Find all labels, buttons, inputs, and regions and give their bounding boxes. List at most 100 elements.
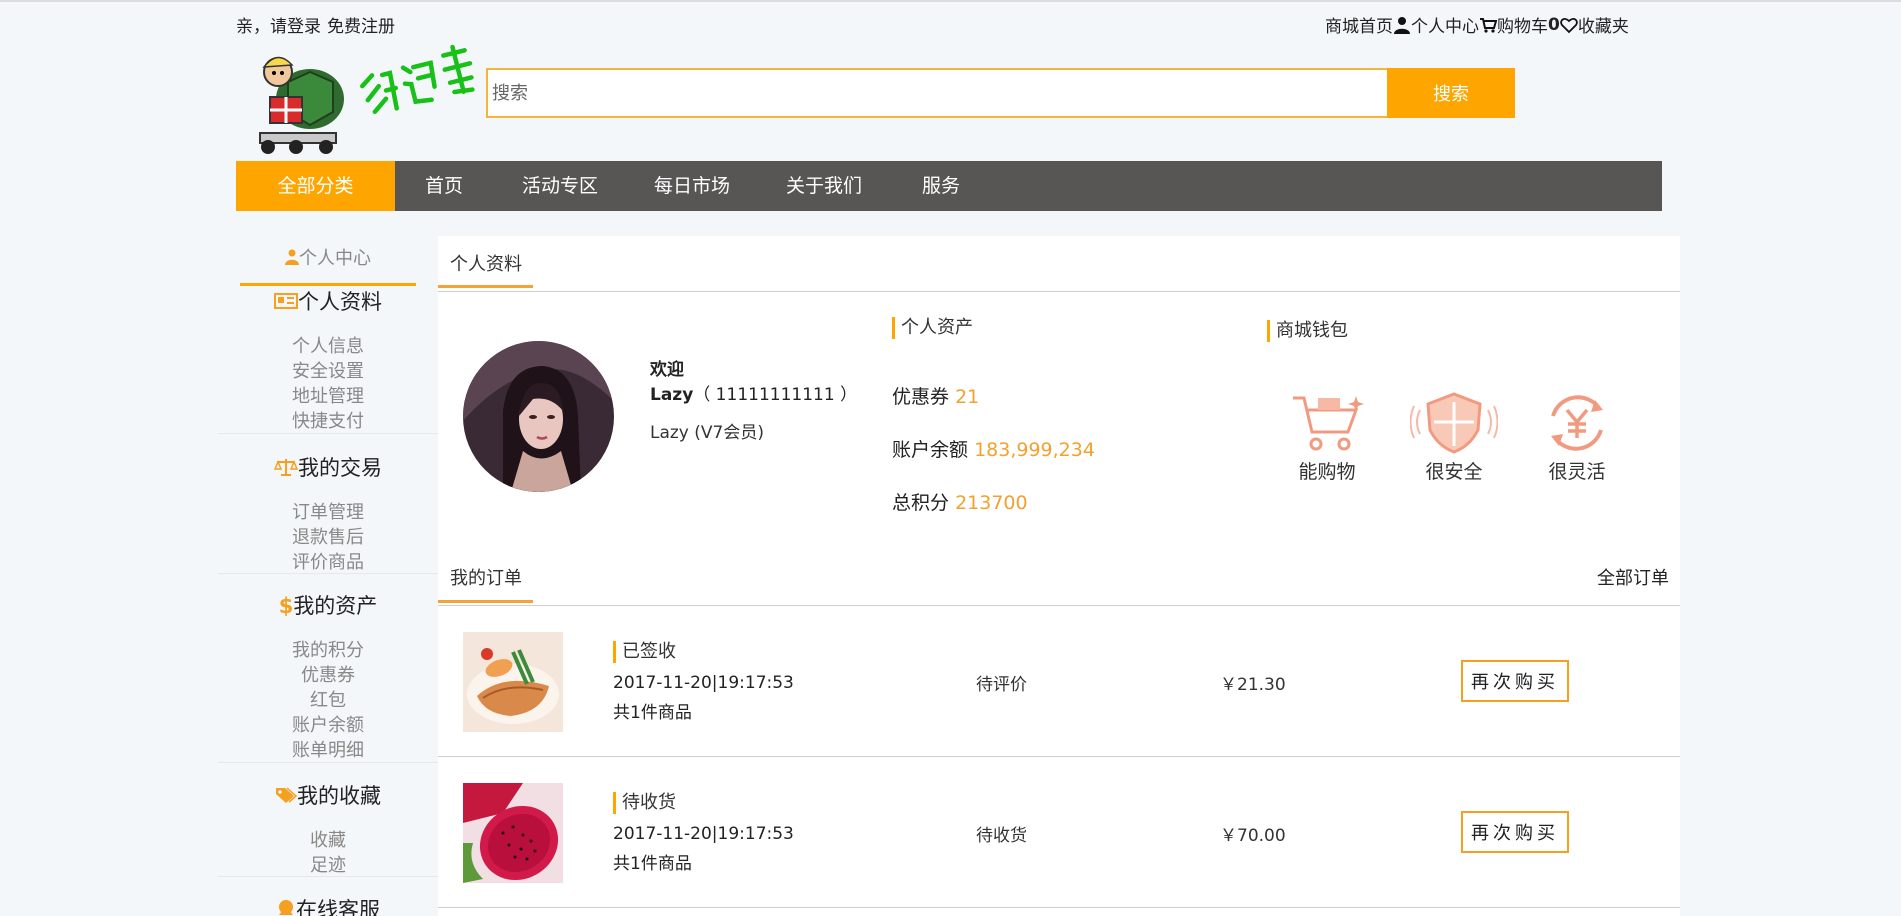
points-row[interactable]: 总积分 213700	[892, 488, 1028, 515]
tab-orders[interactable]: 我的订单	[450, 564, 522, 590]
sidebar-item-coupons[interactable]: 优惠券	[218, 661, 438, 687]
sidebar-group-trade[interactable]: 我的交易	[218, 452, 438, 482]
sidebar-item-security[interactable]: 安全设置	[218, 357, 438, 383]
favorites-link[interactable]: 收藏夹	[1578, 12, 1629, 37]
sidebar-divider	[218, 762, 438, 763]
sidebar-item-footprints[interactable]: 足迹	[218, 851, 438, 877]
sidebar-item-favorites[interactable]: 收藏	[218, 826, 438, 852]
order-price: ￥70.00	[1220, 826, 1286, 846]
cart-icon	[1480, 17, 1497, 33]
nav-home[interactable]: 首页	[395, 161, 493, 211]
order-price: ￥21.30	[1220, 675, 1286, 695]
order-state: 待收货	[976, 826, 1027, 846]
all-orders-link[interactable]: 全部订单	[1597, 564, 1669, 590]
sidebar-item-balance[interactable]: 账户余额	[218, 711, 438, 737]
user-icon	[285, 249, 299, 265]
order-datetime: 2017-11-20|19:17:53	[613, 673, 794, 693]
cart-link[interactable]: 购物车	[1497, 12, 1548, 37]
mall-home-link[interactable]: 商城首页	[1325, 12, 1393, 37]
cart-count: 0	[1548, 14, 1560, 35]
register-link[interactable]: 免费注册	[327, 17, 395, 37]
sidebar-group-profile[interactable]: 个人资料	[218, 286, 438, 316]
sidebar-item-reviews[interactable]: 评价商品	[218, 548, 438, 574]
sidebar-group-label: 个人资料	[298, 290, 382, 314]
points-value: 213700	[955, 492, 1028, 514]
nav-daily-market[interactable]: 每日市场	[627, 161, 757, 211]
sidebar-divider	[218, 876, 438, 877]
logo-text-icon	[360, 44, 475, 115]
balance-label: 账户余额	[892, 439, 969, 461]
tab-underline	[438, 285, 533, 288]
order-item-count: 共1件商品	[613, 703, 692, 723]
dollar-icon: $	[278, 594, 294, 618]
search-button[interactable]: 搜索	[1387, 68, 1515, 118]
feature-flexible: 很灵活	[1548, 461, 1606, 483]
sidebar-item-address[interactable]: 地址管理	[218, 382, 438, 408]
sidebar: 个人中心 个人资料 个人信息 安全设置 地址管理 快捷支付 我的交易 订单管理 …	[218, 236, 438, 916]
divider	[438, 907, 1680, 908]
shopping-cart-icon[interactable]	[1290, 392, 1366, 454]
tab-underline	[438, 600, 533, 603]
rebuy-button[interactable]: 再次购买	[1461, 660, 1569, 702]
coupon-row[interactable]: 优惠券 21	[892, 382, 979, 409]
sidebar-group-support[interactable]: 在线客服	[218, 894, 438, 916]
sidebar-group-label: 我的资产	[293, 594, 378, 618]
yuan-cycle-icon[interactable]	[1543, 390, 1611, 456]
balance-row[interactable]: 账户余额 183,999,234	[892, 435, 1095, 462]
chat-icon	[279, 900, 293, 915]
avatar[interactable]	[463, 341, 614, 492]
order-status: 已签收	[613, 641, 676, 663]
tab-profile[interactable]: 个人资料	[450, 250, 522, 276]
user-name-line: Lazy（ 11111111111 ）	[650, 380, 857, 405]
product-image-salmon[interactable]	[463, 632, 563, 732]
sidebar-title[interactable]: 个人中心	[240, 236, 416, 286]
sidebar-title-label: 个人中心	[299, 248, 371, 269]
nav-about[interactable]: 关于我们	[757, 161, 891, 211]
sidebar-item-quick-pay[interactable]: 快捷支付	[218, 407, 438, 433]
login-link[interactable]: 亲，请登录	[236, 17, 321, 37]
sidebar-group-assets[interactable]: $我的资产	[218, 590, 438, 620]
username: Lazy	[650, 385, 694, 405]
id-card-icon	[274, 293, 298, 309]
heart-icon	[1560, 17, 1578, 33]
feature-shopping: 能购物	[1298, 461, 1356, 483]
product-image-dragonfruit[interactable]	[463, 783, 563, 883]
logo-turtle-icon[interactable]	[248, 47, 348, 157]
sidebar-group-label: 我的收藏	[297, 784, 381, 808]
rebuy-button[interactable]: 再次购买	[1461, 811, 1569, 853]
user-icon	[1394, 16, 1410, 34]
nav-activities[interactable]: 活动专区	[493, 161, 627, 211]
sidebar-item-orders[interactable]: 订单管理	[218, 498, 438, 524]
sidebar-group-label: 在线客服	[296, 898, 380, 916]
sidebar-group-collection[interactable]: 我的收藏	[218, 780, 438, 810]
nav-all-categories[interactable]: 全部分类	[236, 161, 395, 211]
feature-safe: 很安全	[1425, 461, 1483, 483]
coupon-label: 优惠券	[892, 386, 950, 408]
user-phone: （ 11111111111 ）	[693, 385, 858, 405]
order-state: 待评价	[976, 675, 1027, 695]
member-level: Lazy (V7会员)	[650, 423, 764, 443]
divider	[438, 605, 1680, 606]
topbar-links: 商城首页 个人中心 购物车 0 收藏夹	[1325, 12, 1629, 38]
main-nav: 全部分类 首页 活动专区 每日市场 关于我们 服务	[236, 161, 1662, 211]
divider	[438, 291, 1680, 292]
sidebar-group-label: 我的交易	[298, 456, 382, 480]
balance-value: 183,999,234	[974, 439, 1095, 461]
order-datetime: 2017-11-20|19:17:53	[613, 824, 794, 844]
scale-icon	[273, 459, 299, 476]
sidebar-item-refunds[interactable]: 退款售后	[218, 523, 438, 549]
sidebar-item-points[interactable]: 我的积分	[218, 636, 438, 662]
coupon-value: 21	[955, 386, 980, 408]
user-center-link[interactable]: 个人中心	[1411, 12, 1479, 37]
wallet-title: 商城钱包	[1267, 320, 1348, 342]
sidebar-item-personal-info[interactable]: 个人信息	[218, 332, 438, 358]
sidebar-item-red-packets[interactable]: 红包	[218, 686, 438, 712]
nav-service[interactable]: 服务	[891, 161, 991, 211]
divider	[438, 756, 1680, 757]
order-item-count: 共1件商品	[613, 854, 692, 874]
search-input[interactable]	[486, 68, 1389, 118]
sidebar-item-bills[interactable]: 账单明细	[218, 736, 438, 762]
shield-icon[interactable]	[1410, 392, 1498, 454]
sidebar-divider	[218, 433, 438, 434]
welcome-label: 欢迎	[650, 360, 684, 380]
